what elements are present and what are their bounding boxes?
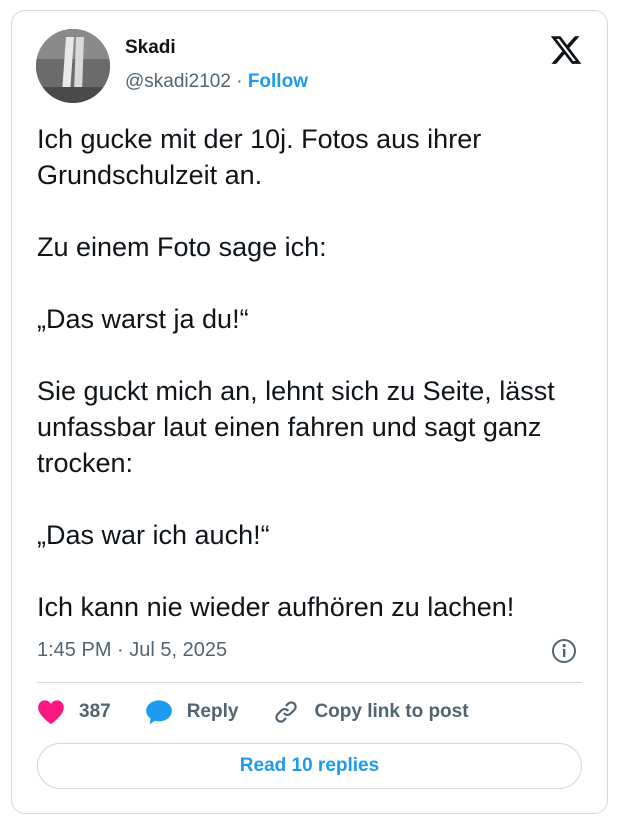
author-handle[interactable]: @skadi2102 — [125, 71, 231, 92]
action-bar: 387 Reply Copy link to post — [37, 697, 503, 727]
post-paragraph: Ich gucke mit der 10j. Fotos aus ihrer G… — [37, 124, 482, 190]
reply-button[interactable]: Reply — [145, 699, 239, 725]
reply-label: Reply — [186, 701, 239, 722]
info-icon[interactable] — [551, 638, 577, 664]
post-paragraph: „Das war ich auch!“ — [37, 520, 270, 550]
speech-bubble-icon — [145, 700, 172, 725]
heart-icon — [38, 700, 64, 725]
x-logo-icon[interactable] — [549, 33, 583, 67]
separator: · — [230, 71, 248, 92]
read-replies-button[interactable]: Read 10 replies — [37, 743, 582, 789]
post-paragraph: „Das warst ja du!“ — [37, 304, 249, 334]
link-icon — [275, 701, 298, 723]
post-paragraph: Ich kann nie wieder aufhören zu lachen! — [37, 592, 515, 622]
avatar[interactable] — [36, 29, 110, 103]
like-button[interactable]: 387 — [37, 699, 111, 725]
copy-link-button[interactable]: Copy link to post — [272, 699, 469, 725]
post-timestamp[interactable]: 1:45 PM · Jul 5, 2025 — [37, 639, 227, 662]
divider — [37, 682, 582, 683]
post-paragraph: Zu einem Foto sage ich: — [37, 232, 327, 262]
author-name[interactable]: Skadi — [125, 37, 176, 59]
post-paragraph: Sie guckt mich an, lehnt sich zu Seite, … — [37, 376, 555, 478]
like-count: 387 — [79, 701, 111, 722]
copy-link-label: Copy link to post — [314, 701, 469, 722]
post-text: Ich gucke mit der 10j. Fotos aus ihrer G… — [37, 121, 582, 625]
follow-button[interactable]: Follow — [248, 71, 308, 92]
post-card: Skadi @skadi2102 · Follow Ich gucke mit … — [11, 10, 608, 814]
author-handle-row: @skadi2102 · Follow — [125, 71, 308, 93]
